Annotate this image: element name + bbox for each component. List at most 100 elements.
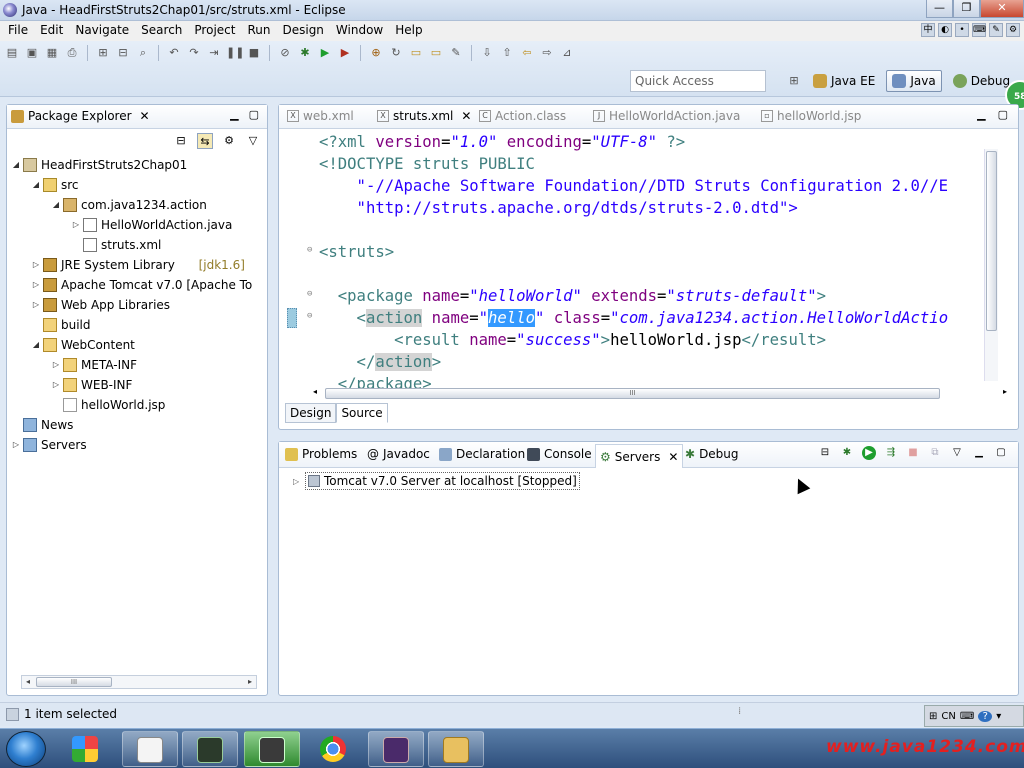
tree-item[interactable]: ▷ Apache Tomcat v7.0 [Apache To <box>7 275 267 295</box>
start-server-icon[interactable]: ▶ <box>862 446 876 460</box>
maximize-icon[interactable]: ▢ <box>994 446 1008 460</box>
close-button[interactable]: ✕ <box>980 0 1024 18</box>
source-code-area[interactable]: <?xml version="1.0" encoding="UTF-8" ?> … <box>279 131 985 391</box>
refresh-icon[interactable]: ↻ <box>388 45 404 61</box>
step-icon[interactable]: ⇥ <box>206 45 222 61</box>
minimize-icon[interactable]: ▁ <box>977 108 985 121</box>
taskbar-app-button[interactable] <box>58 731 114 767</box>
help-icon[interactable]: ? <box>978 710 993 722</box>
tree-item[interactable]: ▷ Servers <box>7 435 267 455</box>
open-type-icon[interactable]: ⊞ <box>95 45 111 61</box>
menu-navigate[interactable]: Navigate <box>69 21 135 41</box>
perspective-java[interactable]: Java <box>886 70 942 92</box>
perspective-java-ee[interactable]: Java EE <box>808 70 880 92</box>
ime-toolbar-icon[interactable]: ⌨ <box>972 23 986 37</box>
menu-file[interactable]: File <box>2 21 34 41</box>
tree-item[interactable]: ▷ META-INF <box>7 355 267 375</box>
menu-design[interactable]: Design <box>276 21 329 41</box>
tab-helloworld-jsp[interactable]: ▫ helloWorld.jsp <box>761 109 861 123</box>
start-button[interactable] <box>6 731 46 767</box>
annotation-icon[interactable]: ✎ <box>448 45 464 61</box>
link-editor-icon[interactable]: ⇆ <box>197 133 213 149</box>
expanded-twisty-icon[interactable]: ◢ <box>31 335 41 355</box>
tree-item[interactable]: ◢ HeadFirstStruts2Chap01 <box>7 155 267 175</box>
tab-helloworldaction-java[interactable]: J HelloWorldAction.java <box>593 109 740 123</box>
tab-source[interactable]: Source <box>336 403 388 423</box>
ime-toolbar-icon[interactable]: • <box>955 23 969 37</box>
tree-item[interactable]: ◢ WebContent <box>7 335 267 355</box>
fold-toggle-icon[interactable]: ⊖ <box>307 311 312 321</box>
menu-window[interactable]: Window <box>330 21 389 41</box>
chevron-down-icon[interactable]: ▽ <box>245 133 261 149</box>
expanded-twisty-icon[interactable]: ◢ <box>11 155 21 175</box>
search-icon[interactable]: ⌕ <box>135 45 151 61</box>
open-folder-icon[interactable]: ▭ <box>428 45 444 61</box>
taskbar-app-button[interactable] <box>306 731 362 767</box>
back-icon[interactable]: ⇦ <box>519 45 535 61</box>
expanded-twisty-icon[interactable]: ◢ <box>51 195 61 215</box>
ime-toolbar-icon[interactable]: ✎ <box>989 23 1003 37</box>
run-icon[interactable]: ▶ <box>317 45 333 61</box>
taskbar-app-button[interactable] <box>428 731 484 767</box>
collapsed-twisty-icon[interactable]: ▷ <box>31 295 41 315</box>
menu-edit[interactable]: Edit <box>34 21 69 41</box>
ime-toolbar-icon[interactable]: 中 <box>921 23 935 37</box>
settings-icon[interactable]: ▾ <box>996 711 1001 722</box>
tree-item[interactable]: ▷ Web App Libraries <box>7 295 267 315</box>
taskbar-app-button[interactable] <box>244 731 300 767</box>
close-icon[interactable]: ✕ <box>461 109 471 123</box>
tab-action-class[interactable]: C Action.class <box>479 109 566 123</box>
redo-icon[interactable]: ↷ <box>186 45 202 61</box>
tree-item[interactable]: helloWorld.jsp <box>7 395 267 415</box>
suspend-icon[interactable]: ❚❚ <box>226 45 244 61</box>
menu-help[interactable]: Help <box>389 21 428 41</box>
taskbar-app-button[interactable] <box>182 731 238 767</box>
tab-web-xml[interactable]: X web.xml <box>287 109 354 123</box>
menu-project[interactable]: Project <box>188 21 241 41</box>
tree-item[interactable]: News <box>7 415 267 435</box>
tree-item[interactable]: struts.xml <box>7 235 267 255</box>
server-list-item[interactable]: ▷ Tomcat v7.0 Server at localhost [Stopp… <box>293 472 580 490</box>
close-icon[interactable]: ✕ <box>140 109 150 123</box>
minimize-icon[interactable]: ▁ <box>972 446 986 460</box>
tree-item[interactable]: build <box>7 315 267 335</box>
view-menu-icon[interactable]: ⚙ <box>221 133 237 149</box>
ime-bar[interactable]: ⊞ CN ⌨ ? ▾ <box>924 705 1024 727</box>
quick-access-input[interactable]: Quick Access <box>630 70 766 92</box>
tab-console[interactable]: Console <box>527 447 592 461</box>
horizontal-scrollbar[interactable]: ◂ III ▸ <box>313 387 1007 401</box>
tree-item[interactable]: ▷ JRE System Library [jdk1.6] <box>7 255 267 275</box>
profile-server-icon[interactable]: ⇶ <box>884 446 898 460</box>
new-icon[interactable]: ▤ <box>4 45 20 61</box>
save-icon[interactable]: ▣ <box>24 45 40 61</box>
pin-icon[interactable]: ⊿ <box>559 45 575 61</box>
open-task-icon[interactable]: ⊟ <box>115 45 131 61</box>
close-icon[interactable]: ✕ <box>668 450 678 464</box>
ime-toolbar-icon[interactable]: ⚙ <box>1006 23 1020 37</box>
tab-design[interactable]: Design <box>285 403 337 423</box>
maximize-icon[interactable]: ▢ <box>998 108 1008 121</box>
minimize-icon[interactable]: ▁ <box>230 108 238 121</box>
undo-icon[interactable]: ↶ <box>166 45 182 61</box>
chevron-down-icon[interactable]: ▽ <box>950 446 964 460</box>
maximize-button[interactable]: ❐ <box>953 0 980 18</box>
keyboard-icon[interactable]: ⌨ <box>960 711 974 722</box>
new-folder-icon[interactable]: ▭ <box>408 45 424 61</box>
taskbar-app-button[interactable] <box>122 731 178 767</box>
debug-icon[interactable]: ✱ <box>297 45 313 61</box>
fold-toggle-icon[interactable]: ⊖ <box>307 289 312 299</box>
collapsed-twisty-icon[interactable]: ▷ <box>51 355 61 375</box>
taskbar-app-button[interactable] <box>368 731 424 767</box>
tree-item[interactable]: ▷ WEB-INF <box>7 375 267 395</box>
vertical-scrollbar[interactable] <box>984 149 998 381</box>
ime-toolbar-icon[interactable]: ◐ <box>938 23 952 37</box>
minimize-button[interactable]: — <box>926 0 953 18</box>
collapse-all-icon[interactable]: ⊟ <box>173 133 189 149</box>
tree-item[interactable]: ◢ com.java1234.action <box>7 195 267 215</box>
server-icon[interactable]: ⊕ <box>368 45 384 61</box>
terminate-icon[interactable]: ■ <box>246 45 262 61</box>
collapse-icon[interactable]: ⊟ <box>818 446 832 460</box>
collapsed-twisty-icon[interactable]: ▷ <box>31 255 41 275</box>
prev-annotation-icon[interactable]: ⇧ <box>499 45 515 61</box>
collapsed-twisty-icon[interactable]: ▷ <box>31 275 41 295</box>
